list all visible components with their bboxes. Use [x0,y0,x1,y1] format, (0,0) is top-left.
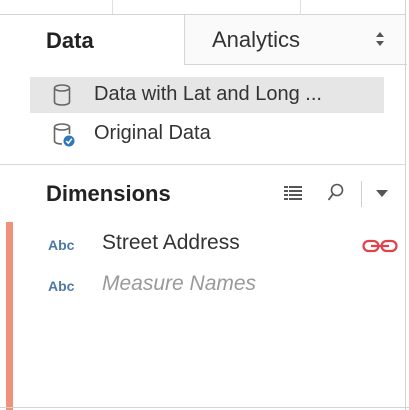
chevron-down-icon[interactable] [376,190,388,198]
data-pane: Data Analytics Data with Lat and Long ..… [0,0,409,410]
link-icon[interactable] [362,238,398,254]
field-name: Measure Names [102,272,257,295]
data-source-item[interactable]: Data with Lat and Long ... [30,77,384,113]
field-street-address[interactable]: Abc Street Address [48,229,406,259]
database-icon [53,84,71,106]
accent-bar [6,222,13,410]
data-source-label: Data with Lat and Long ... [94,83,322,105]
tab-analytics-label: Analytics [212,27,301,52]
view-as-list-icon[interactable] [284,186,302,200]
section-divider [0,164,406,165]
data-source-label: Original Data [94,122,211,144]
frame-border [405,0,406,410]
header-divider [361,181,362,207]
frame-border [0,407,409,408]
field-measure-names[interactable]: Abc Measure Names [48,270,406,300]
field-name: Street Address [102,231,240,254]
dimensions-title: Dimensions [46,181,171,206]
data-source-item[interactable]: Original Data [30,116,384,152]
sort-arrows-icon[interactable] [375,29,385,49]
tab-data-label: Data [46,28,94,53]
search-icon[interactable] [327,183,345,203]
tab-analytics[interactable]: Analytics [184,15,407,65]
tab-data[interactable]: Data [0,15,184,65]
top-border [0,0,406,15]
string-type-badge: Abc [48,237,75,253]
database-extract-icon [53,123,75,147]
string-type-badge: Abc [48,278,75,294]
